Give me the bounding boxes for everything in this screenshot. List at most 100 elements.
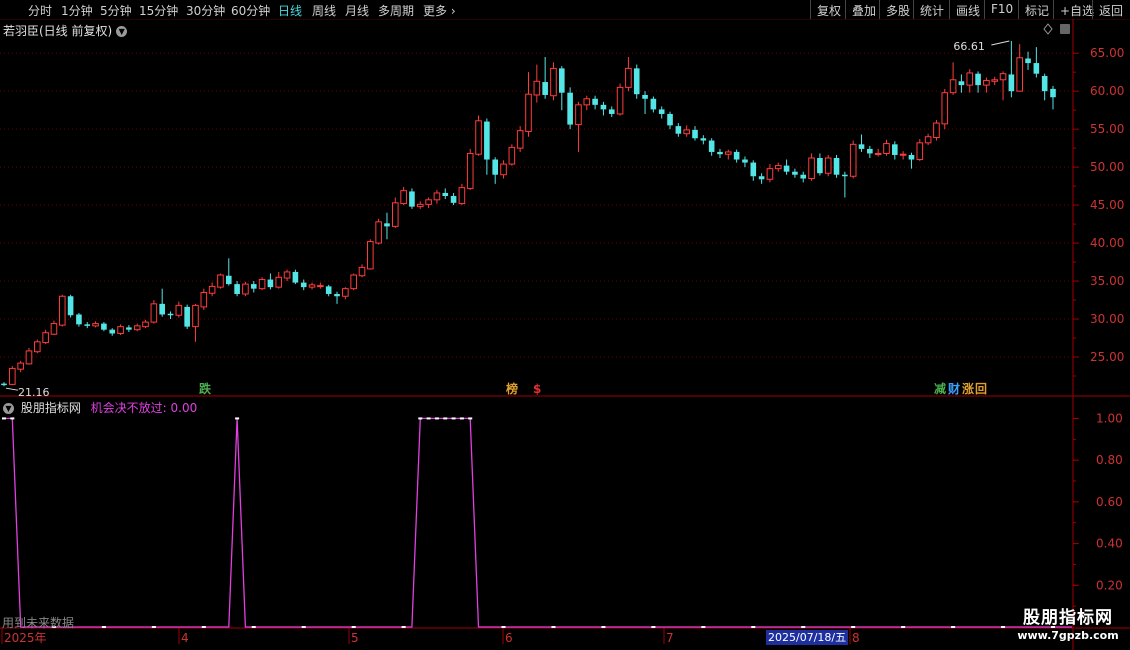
candle-body-up: [508, 146, 516, 165]
candle-body-down: [84, 324, 91, 326]
candle-body-up: [117, 326, 124, 334]
candle-body-up: [317, 285, 324, 288]
candle-body-down: [675, 126, 682, 134]
candle-body-down: [592, 98, 598, 105]
time-axis-label: 5: [351, 631, 359, 645]
indicator-dot: [426, 417, 431, 420]
candle-body-up: [42, 332, 49, 344]
candle-body-up: [217, 274, 224, 288]
candle-body-down: [642, 94, 648, 99]
candle-body-down: [858, 144, 865, 149]
chevron-down-icon[interactable]: ▼: [3, 403, 14, 414]
candle-body-up: [725, 151, 732, 155]
candle-body-up: [475, 120, 482, 155]
candle-body-down: [225, 275, 232, 285]
signal-mark: 榜: [506, 381, 518, 396]
indicator-dot: [551, 626, 556, 628]
candle-body-up: [966, 72, 974, 86]
time-axis-label: 2025年: [4, 631, 47, 645]
candle-body-down: [250, 284, 257, 289]
candle-body-down: [758, 176, 765, 180]
time-axis-label: 7: [666, 631, 674, 645]
indicator-dot: [501, 626, 506, 628]
high-pointer: [991, 40, 1010, 46]
candle-body-up: [583, 98, 591, 106]
candle-body-down: [184, 306, 190, 327]
indicator-tick-label: 1.00: [1096, 411, 1123, 425]
candle-body-up: [425, 199, 432, 205]
indicator-dot: [651, 626, 656, 628]
candle-body-up: [625, 67, 632, 88]
indicator-dot: [235, 417, 240, 420]
candle-body-up: [766, 168, 774, 180]
candle-body-down: [267, 279, 274, 288]
candle-body-down: [67, 296, 74, 316]
panel-menu-icon: [1060, 24, 1070, 34]
candle-body-up: [550, 67, 557, 97]
indicator-dot: [443, 417, 448, 420]
indicator-dot: [301, 626, 306, 628]
candle-body-up: [133, 325, 141, 331]
candle-body-down: [867, 148, 873, 154]
candle-body-down: [384, 223, 390, 227]
price-tick-label: 30.00: [1090, 312, 1124, 326]
candle-body-up: [258, 279, 266, 290]
candle-body-up: [924, 136, 932, 144]
candle-body-down: [717, 151, 723, 155]
candle-body-up: [1016, 57, 1023, 92]
candle-body-down: [650, 98, 657, 110]
indicator-dot: [351, 626, 356, 628]
price-tick-label: 45.00: [1090, 198, 1124, 212]
candle-body-down: [658, 109, 665, 114]
candle-body-up: [933, 122, 940, 139]
candle-body-up: [9, 367, 16, 385]
candle-body-down: [600, 104, 607, 110]
candle-body-down: [958, 81, 965, 86]
candle-body-down: [300, 282, 307, 288]
indicator-title-row: ▼ 股朋指标网 机会决不放过: 0.00: [3, 399, 197, 416]
candle-body-up: [208, 285, 216, 294]
low-pointer: [5, 387, 19, 391]
candle-body-up: [25, 350, 33, 365]
indicator-dot: [601, 626, 606, 628]
indicator-dot: [951, 626, 956, 628]
candle-body-down: [159, 303, 165, 315]
candle-body-down: [1041, 75, 1048, 92]
candle-body-down: [334, 293, 340, 297]
candle-body-down: [692, 129, 698, 139]
candle-body-up: [774, 165, 782, 170]
indicator-dot: [151, 626, 156, 628]
candle-body-up: [808, 157, 815, 180]
indicator-dot: [901, 626, 906, 628]
candle-body-down: [292, 271, 299, 283]
candle-body-down: [667, 113, 673, 126]
candle-body-down: [409, 191, 415, 207]
watermark-title: 股朋指标网: [1023, 608, 1113, 628]
indicator-dot: [451, 417, 456, 420]
signal-mark: $: [533, 382, 541, 396]
signal-mark: 财: [947, 381, 960, 396]
indicator-dot: [401, 626, 406, 628]
indicator-dot: [251, 626, 256, 628]
candle-body-up: [849, 143, 857, 177]
candle-body-up: [192, 304, 199, 328]
candle-body-up: [941, 92, 949, 125]
candle-body-up: [416, 203, 424, 208]
candle-body-up: [17, 362, 24, 370]
indicator-dot: [201, 626, 206, 628]
indicator-dot: [701, 626, 706, 628]
candle-body-up: [175, 304, 183, 316]
candle-body-up: [391, 202, 399, 227]
price-chart[interactable]: 65.00 60.00 55.00 50.00 45.00 40.00 35.00 30.00…: [0, 0, 1130, 650]
indicator-dot: [801, 626, 806, 628]
candle-body-up: [283, 271, 291, 279]
candle-body-down: [1025, 58, 1031, 64]
candle-body-up: [575, 104, 582, 126]
indicator-line: [4, 417, 1072, 628]
signal-mark: 减: [934, 381, 946, 396]
candle-body-down: [442, 192, 449, 196]
candle-body-up: [824, 157, 832, 174]
candle-body-down: [833, 158, 840, 175]
indicator-dot: [1001, 626, 1006, 628]
candle-body-up: [34, 341, 41, 353]
